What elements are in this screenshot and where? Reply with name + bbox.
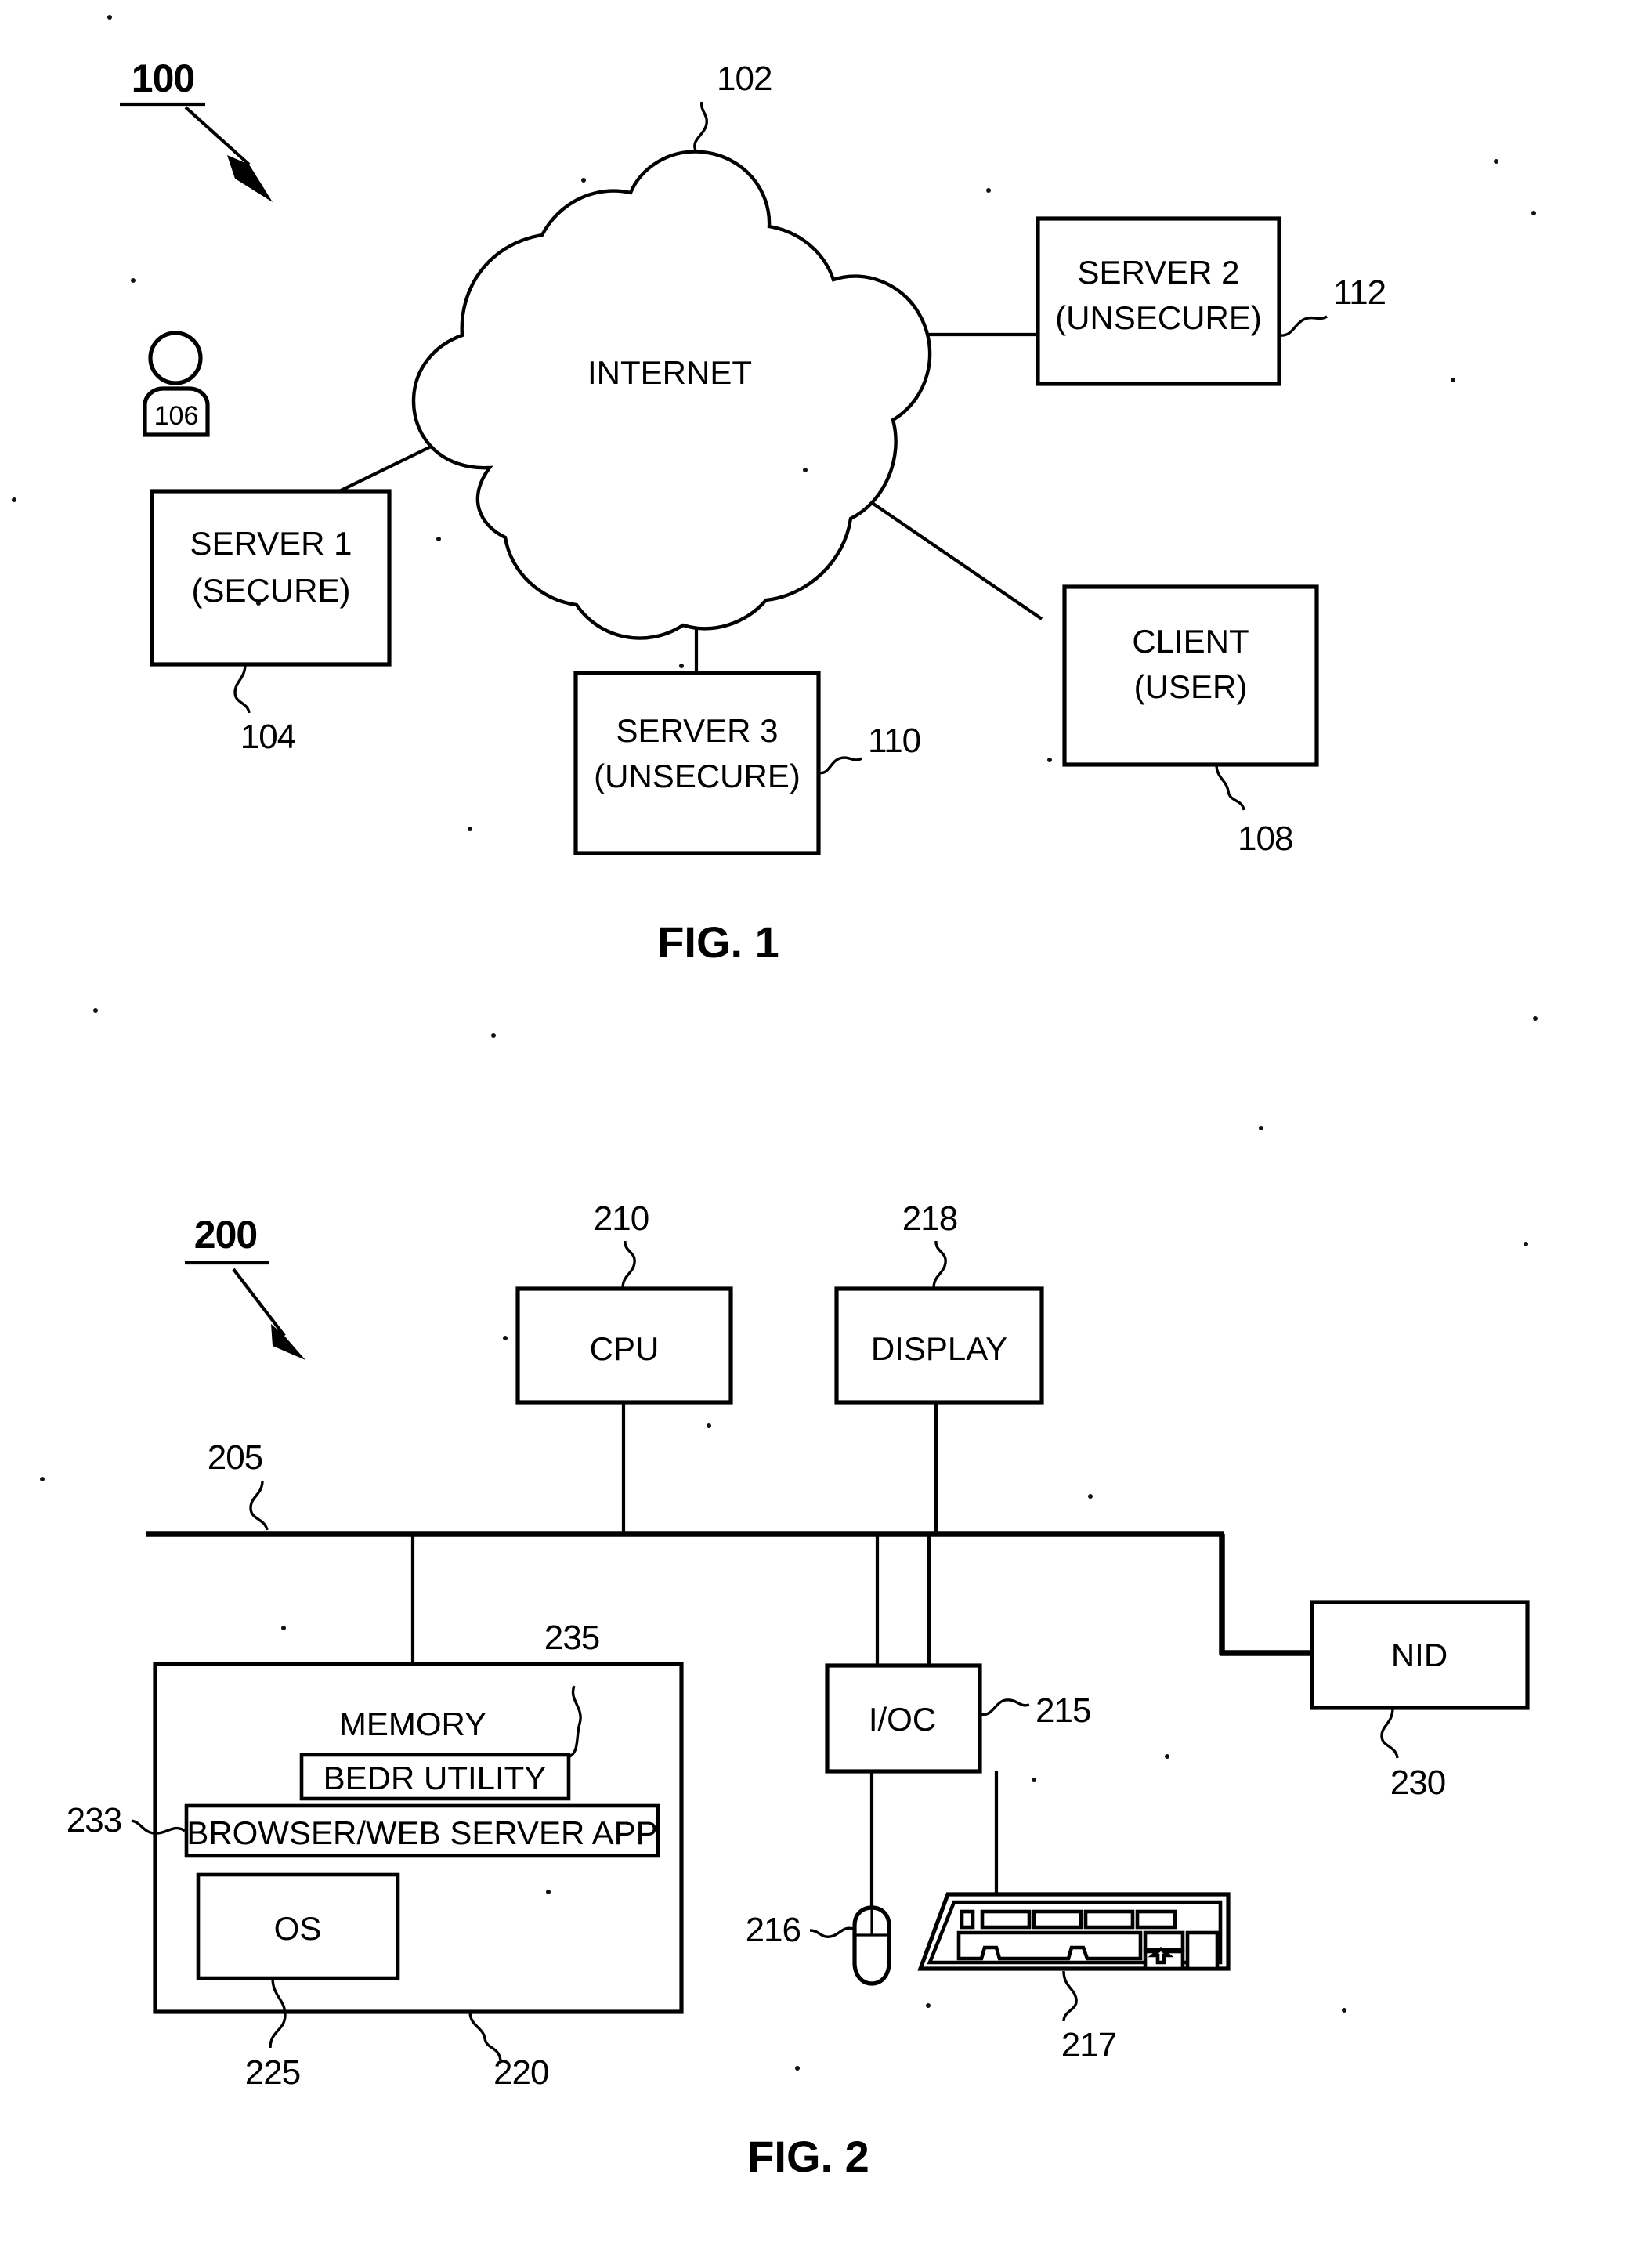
client-ref-number: 108 [1238, 819, 1292, 858]
person-ref-number: 106 [154, 401, 199, 431]
display-label: DISPLAY [871, 1330, 1007, 1367]
figure-2-ref-number: 200 [194, 1213, 257, 1257]
keyboard-nav-keys-top-icon [1143, 1930, 1185, 1952]
keyboard-fkeys-group3-icon [1083, 1909, 1135, 1930]
keyboard-ref-number: 217 [1061, 2026, 1116, 2064]
memory-ref-number: 220 [493, 2053, 548, 2092]
bedr-ref-number: 235 [544, 1619, 599, 1657]
drawing-canvas: 100 INTERNET 102 106 SERVER 1 (SECURE) 1… [0, 0, 1641, 2268]
cloud-ref-number: 102 [717, 60, 772, 98]
bus-ref-number: 205 [208, 1438, 262, 1477]
server-1-ref-number: 104 [240, 718, 296, 756]
server-3-label-line1: SERVER 3 [616, 712, 779, 749]
cpu-label: CPU [590, 1330, 660, 1367]
display-ref-number: 218 [902, 1199, 957, 1238]
server-3-label-line2: (UNSECURE) [594, 758, 801, 794]
os-ref-number: 225 [245, 2053, 300, 2092]
figure-1-caption: FIG. 1 [657, 917, 779, 967]
bedr-utility-label: BEDR UTILITY [324, 1760, 547, 1796]
server-3-ref-number: 110 [868, 722, 920, 760]
server-2-label-line2: (UNSECURE) [1055, 299, 1262, 336]
nid-ref-number: 230 [1390, 1763, 1445, 1802]
server-2-ref-number: 112 [1333, 273, 1386, 312]
keyboard-fkeys-group4-icon [1135, 1909, 1177, 1930]
browser-web-server-app-label: BROWSER/WEB SERVER APP [186, 1814, 657, 1851]
server-1-label-line1: SERVER 1 [190, 525, 352, 562]
ioc-ref-number: 215 [1036, 1691, 1090, 1730]
server-2-label-line1: SERVER 2 [1078, 254, 1240, 291]
client-label-line1: CLIENT [1132, 623, 1249, 660]
keyboard-fkeys-group2-icon [1032, 1909, 1083, 1930]
cpu-ref-number: 210 [594, 1199, 649, 1238]
person-head-icon [148, 331, 203, 385]
patent-drawing-sheet: 100 INTERNET 102 106 SERVER 1 (SECURE) 1… [0, 0, 1641, 2268]
mouse-ref-number: 216 [746, 1911, 801, 1949]
nid-label: NID [1391, 1637, 1448, 1673]
ioc-label: I/OC [869, 1701, 936, 1738]
keyboard-function-row-icon [960, 1909, 1177, 1930]
os-label: OS [274, 1910, 322, 1947]
keyboard-esc-key-icon [960, 1909, 975, 1930]
figure-1-ref-number: 100 [132, 56, 194, 100]
browser-ref-number: 233 [67, 1801, 121, 1839]
server-1-label-line2: (SECURE) [191, 572, 350, 609]
internet-label: INTERNET [587, 354, 752, 391]
client-label-line2: (USER) [1134, 668, 1248, 705]
memory-label: MEMORY [339, 1706, 486, 1742]
figure-2-caption: FIG. 2 [747, 2132, 869, 2181]
keyboard-fkeys-group1-icon [980, 1909, 1032, 1930]
keyboard-numpad-icon [1185, 1930, 1220, 1971]
